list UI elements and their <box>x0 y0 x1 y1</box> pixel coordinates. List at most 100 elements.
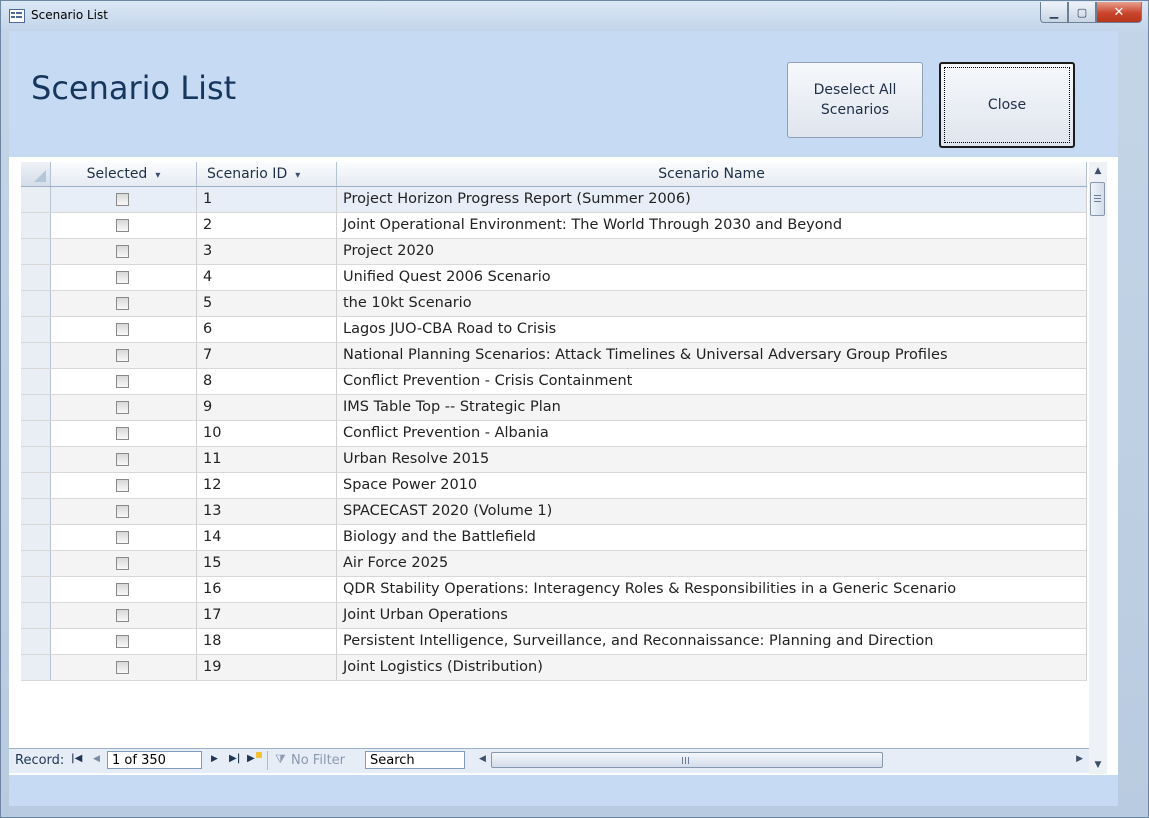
record-selector[interactable] <box>21 265 51 290</box>
scenario-id-cell[interactable]: 9 <box>197 395 337 420</box>
scenario-id-cell[interactable]: 5 <box>197 291 337 316</box>
record-selector[interactable] <box>21 343 51 368</box>
record-selector[interactable] <box>21 187 51 212</box>
selected-checkbox[interactable] <box>116 479 129 492</box>
scenario-id-cell[interactable]: 16 <box>197 577 337 602</box>
scenario-id-cell[interactable]: 2 <box>197 213 337 238</box>
selected-checkbox[interactable] <box>116 609 129 622</box>
table-row[interactable]: 5 the 10kt Scenario <box>21 291 1087 317</box>
scenario-id-cell[interactable]: 13 <box>197 499 337 524</box>
scenario-id-cell[interactable]: 8 <box>197 369 337 394</box>
first-record-icon[interactable]: |◀ <box>71 753 82 764</box>
selected-checkbox[interactable] <box>116 349 129 362</box>
scenario-name-cell[interactable]: QDR Stability Operations: Interagency Ro… <box>337 577 1087 602</box>
selected-cell[interactable] <box>51 265 197 290</box>
scroll-up-icon[interactable]: ▲ <box>1089 162 1107 180</box>
column-header-selected[interactable]: Selected ▾ <box>51 162 197 186</box>
previous-record-icon[interactable]: ◀ <box>93 754 100 764</box>
scenario-id-cell[interactable]: 15 <box>197 551 337 576</box>
table-row[interactable]: 12 Space Power 2010 <box>21 473 1087 499</box>
scenario-id-cell[interactable]: 4 <box>197 265 337 290</box>
scenario-id-cell[interactable]: 18 <box>197 629 337 654</box>
current-record-field[interactable]: 1 of 350 <box>107 751 202 769</box>
record-selector[interactable] <box>21 603 51 628</box>
table-row[interactable]: 19 Joint Logistics (Distribution) <box>21 655 1087 681</box>
scenario-id-cell[interactable]: 6 <box>197 317 337 342</box>
scenario-id-cell[interactable]: 19 <box>197 655 337 680</box>
selected-cell[interactable] <box>51 577 197 602</box>
scenario-name-cell[interactable]: Air Force 2025 <box>337 551 1087 576</box>
deselect-all-button[interactable]: Deselect All Scenarios <box>787 62 923 138</box>
selected-cell[interactable] <box>51 239 197 264</box>
scenario-id-cell[interactable]: 12 <box>197 473 337 498</box>
table-row[interactable]: 10 Conflict Prevention - Albania <box>21 421 1087 447</box>
scenario-id-cell[interactable]: 11 <box>197 447 337 472</box>
selected-checkbox[interactable] <box>116 635 129 648</box>
scenario-name-cell[interactable]: Conflict Prevention - Crisis Containment <box>337 369 1087 394</box>
record-selector[interactable] <box>21 239 51 264</box>
no-filter-button[interactable]: No Filter <box>291 753 345 768</box>
table-row[interactable]: 8 Conflict Prevention - Crisis Containme… <box>21 369 1087 395</box>
scenario-name-cell[interactable]: Conflict Prevention - Albania <box>337 421 1087 446</box>
record-selector[interactable] <box>21 629 51 654</box>
record-selector[interactable] <box>21 369 51 394</box>
selected-checkbox[interactable] <box>116 401 129 414</box>
record-selector[interactable] <box>21 291 51 316</box>
scenario-name-cell[interactable]: SPACECAST 2020 (Volume 1) <box>337 499 1087 524</box>
record-selector[interactable] <box>21 213 51 238</box>
table-row[interactable]: 11 Urban Resolve 2015 <box>21 447 1087 473</box>
maximize-button[interactable]: ▢ <box>1068 2 1096 23</box>
table-row[interactable]: 4 Unified Quest 2006 Scenario <box>21 265 1087 291</box>
record-selector[interactable] <box>21 421 51 446</box>
scenario-name-cell[interactable]: National Planning Scenarios: Attack Time… <box>337 343 1087 368</box>
record-selector[interactable] <box>21 395 51 420</box>
select-all-corner[interactable] <box>21 162 51 186</box>
close-button[interactable]: Close <box>939 62 1075 148</box>
table-row[interactable]: 6 Lagos JUO-CBA Road to Crisis <box>21 317 1087 343</box>
scenario-name-cell[interactable]: Project Horizon Progress Report (Summer … <box>337 187 1087 212</box>
filter-icon[interactable]: ⧩ <box>275 752 286 767</box>
selected-cell[interactable] <box>51 369 197 394</box>
selected-cell[interactable] <box>51 629 197 654</box>
selected-checkbox[interactable] <box>116 557 129 570</box>
scenario-name-cell[interactable]: Unified Quest 2006 Scenario <box>337 265 1087 290</box>
selected-checkbox[interactable] <box>116 297 129 310</box>
selected-checkbox[interactable] <box>116 583 129 596</box>
scenario-name-cell[interactable]: Persistent Intelligence, Surveillance, a… <box>337 629 1087 654</box>
scenario-name-cell[interactable]: Joint Urban Operations <box>337 603 1087 628</box>
record-selector[interactable] <box>21 447 51 472</box>
next-record-icon[interactable]: ▶ <box>211 754 218 764</box>
table-row[interactable]: 14 Biology and the Battlefield <box>21 525 1087 551</box>
record-selector[interactable] <box>21 525 51 550</box>
scenario-id-cell[interactable]: 17 <box>197 603 337 628</box>
table-row[interactable]: 15 Air Force 2025 <box>21 551 1087 577</box>
selected-cell[interactable] <box>51 291 197 316</box>
scenario-id-cell[interactable]: 14 <box>197 525 337 550</box>
scroll-right-icon[interactable]: ▶ <box>1076 754 1083 764</box>
table-row[interactable]: 13 SPACECAST 2020 (Volume 1) <box>21 499 1087 525</box>
sort-filter-icon[interactable]: ▾ <box>155 170 160 181</box>
scenario-name-cell[interactable]: Joint Operational Environment: The World… <box>337 213 1087 238</box>
scenario-name-cell[interactable]: the 10kt Scenario <box>337 291 1087 316</box>
table-row[interactable]: 17 Joint Urban Operations <box>21 603 1087 629</box>
scroll-left-icon[interactable]: ◀ <box>479 754 486 764</box>
scenario-name-cell[interactable]: Biology and the Battlefield <box>337 525 1087 550</box>
selected-checkbox[interactable] <box>116 219 129 232</box>
selected-checkbox[interactable] <box>116 245 129 258</box>
horizontal-scrollbar[interactable]: ◀ ▶ <box>479 752 1085 769</box>
scenario-id-cell[interactable]: 10 <box>197 421 337 446</box>
scenario-id-cell[interactable]: 7 <box>197 343 337 368</box>
selected-cell[interactable] <box>51 473 197 498</box>
selected-cell[interactable] <box>51 213 197 238</box>
close-window-button[interactable]: ✕ <box>1096 2 1142 23</box>
new-record-icon[interactable]: ▶ <box>247 752 262 764</box>
table-row[interactable]: 18 Persistent Intelligence, Surveillance… <box>21 629 1087 655</box>
selected-cell[interactable] <box>51 395 197 420</box>
selected-checkbox[interactable] <box>116 661 129 674</box>
selected-cell[interactable] <box>51 447 197 472</box>
selected-cell[interactable] <box>51 525 197 550</box>
selected-cell[interactable] <box>51 343 197 368</box>
record-selector[interactable] <box>21 551 51 576</box>
last-record-icon[interactable]: ▶| <box>229 753 240 764</box>
selected-checkbox[interactable] <box>116 193 129 206</box>
